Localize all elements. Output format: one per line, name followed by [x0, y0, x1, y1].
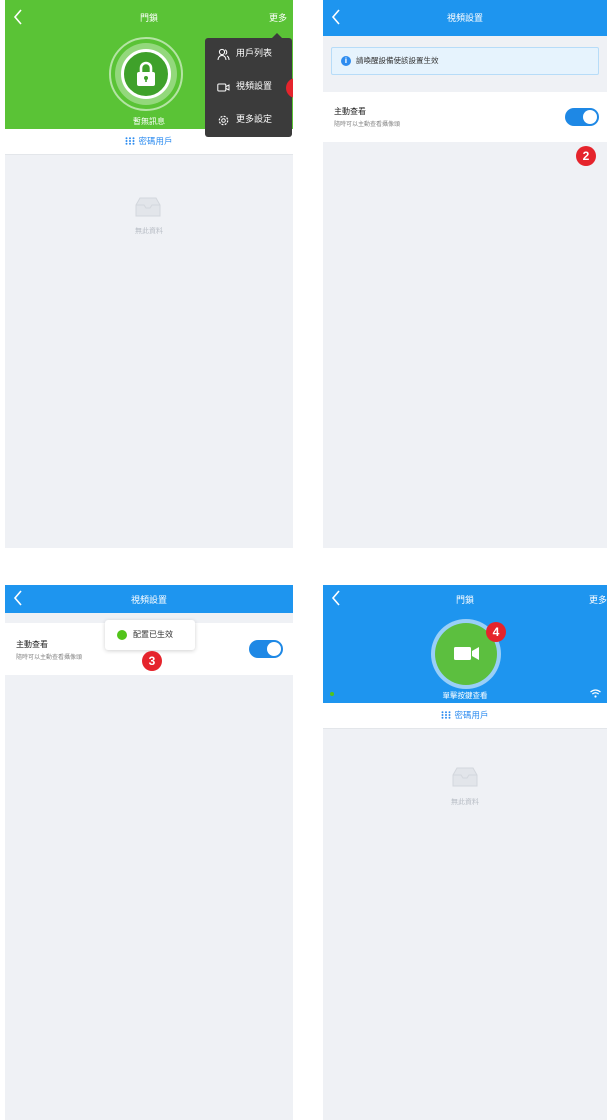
dial-grid-icon [125, 137, 135, 145]
more-button[interactable]: 更多 [589, 593, 607, 606]
step-badge: 2 [576, 146, 596, 166]
setting-description: 隨時可以主動查看攝像頭 [16, 654, 83, 661]
video-settings-saved-screen: 視頻設置 主動查看 隨時可以主動查看攝像頭 配置已生效 3 [5, 585, 293, 1120]
code-users-tab[interactable]: 密碼用戶 [323, 703, 607, 729]
video-icon [217, 83, 230, 92]
video-settings-screen: 視頻設置 i 請喚醒設備使該設置生效 主動查看 隨時可以主動查看攝像頭 2 [323, 0, 607, 548]
page-title: 門鎖 [455, 596, 474, 606]
users-icon [217, 48, 230, 61]
more-button[interactable]: 更多 [269, 11, 287, 24]
online-status-dot [330, 692, 334, 696]
page-title: 門鎖 [139, 14, 158, 24]
setting-title: 主動查看 [334, 107, 366, 116]
toast-text: 配置已生效 [133, 630, 173, 639]
menu-item-label: 用戶列表 [236, 49, 273, 59]
page-title: 視頻設置 [446, 14, 483, 24]
config-applied-toast: 配置已生效 [105, 620, 195, 650]
empty-text: 無此資料 [451, 798, 479, 806]
page-title: 視頻設置 [130, 596, 167, 606]
gear-icon [218, 115, 229, 126]
setting-description: 隨時可以主動查看攝像頭 [334, 121, 401, 128]
toggle-knob [583, 110, 597, 124]
empty-inbox-icon [452, 767, 478, 787]
active-view-toggle[interactable] [565, 108, 599, 126]
padlock-icon [137, 61, 155, 86]
code-users-label: 密碼用戶 [138, 137, 173, 147]
empty-text: 無此資料 [135, 227, 163, 235]
wake-device-notice: i 請喚醒設備使該設置生效 [331, 47, 599, 75]
step-badge: 3 [142, 651, 162, 671]
door-lock-video-screen: 門鎖 更多 單擊按鍵查看 密碼用戶 無此資料 4 [323, 585, 607, 1120]
menu-item-video-settings[interactable]: 視頻設置 [205, 71, 292, 104]
menu-item-more-settings[interactable]: 更多設定 [205, 104, 292, 137]
check-circle-icon [117, 630, 127, 645]
toggle-knob [267, 642, 281, 656]
wifi-icon [590, 689, 601, 698]
info-icon: i [341, 56, 351, 66]
video-camera-icon [454, 647, 479, 660]
empty-inbox-icon [135, 197, 161, 217]
menu-item-user-list[interactable]: 用戶列表 [205, 38, 292, 71]
menu-item-label: 視頻設置 [236, 82, 273, 92]
notice-text: 請喚醒設備使該設置生效 [356, 56, 439, 65]
unlock-button[interactable] [121, 49, 171, 99]
menu-item-label: 更多設定 [236, 115, 273, 125]
navbar: 視頻設置 [5, 585, 293, 613]
more-menu: 用戶列表 視頻設置 更多設定 [205, 33, 292, 137]
step-badge: 4 [486, 622, 506, 642]
active-view-toggle[interactable] [249, 640, 283, 658]
navbar: 門鎖 更多 [323, 585, 607, 621]
dial-grid-icon [441, 711, 451, 719]
code-users-label: 密碼用戶 [454, 711, 489, 721]
setting-title: 主動查看 [16, 640, 48, 649]
active-view-setting: 主動查看 隨時可以主動查看攝像頭 [323, 92, 607, 142]
navbar: 視頻設置 [323, 0, 607, 36]
door-lock-screen: 門鎖 更多 暫無訊息 密碼用戶 無此資料 用戶列表 視頻設置 更多設定 [5, 0, 293, 548]
tap-to-view-caption: 單擊按鍵查看 [442, 691, 488, 700]
navbar: 門鎖 更多 [5, 0, 293, 36]
